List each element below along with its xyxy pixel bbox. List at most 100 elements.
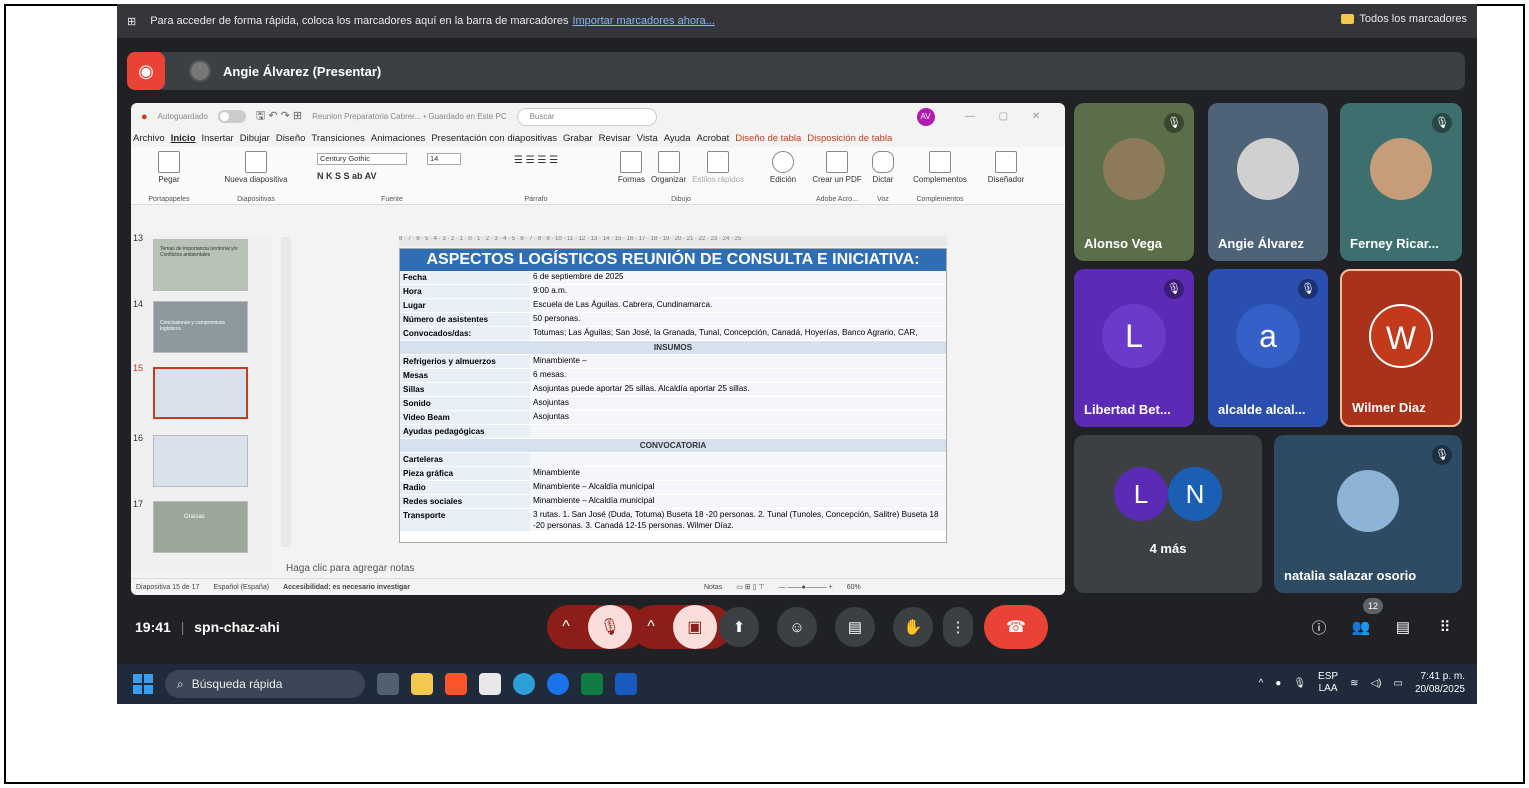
zoom-slider[interactable]: — ——●——— + — [779, 584, 833, 591]
shapes-label[interactable]: Formas — [618, 175, 645, 184]
thumbnail-14[interactable]: Conclusiones y compromisos logísticos — [153, 301, 248, 353]
search-icon[interactable] — [772, 151, 794, 173]
raise-hand-button[interactable]: ✋ — [893, 607, 933, 647]
file-explorer-icon[interactable] — [411, 673, 433, 695]
captions-button[interactable]: ▤ — [835, 607, 875, 647]
arrange-label[interactable]: Organizar — [651, 175, 686, 184]
quick-styles-icon[interactable] — [707, 151, 730, 173]
tab-diseno-tabla[interactable]: Diseño de tabla — [735, 133, 801, 144]
tab-ayuda[interactable]: Ayuda — [664, 133, 691, 144]
window-controls[interactable]: —▢✕ — [965, 111, 1065, 122]
pdf-icon[interactable] — [826, 151, 848, 173]
paste-label[interactable]: Pegar — [139, 175, 199, 184]
participant-tile[interactable]: 🎙 natalia salazar osorio — [1274, 435, 1462, 593]
chevron-up-icon[interactable]: ^ — [647, 618, 655, 636]
participant-tile[interactable]: a 🎙 alcalde alcal... — [1208, 269, 1328, 427]
microphone-icon[interactable]: 🎙 — [1293, 678, 1306, 689]
quick-access-icons[interactable]: 🖫 ↶ ↷ ⊞ — [256, 107, 302, 126]
arrange-icon[interactable] — [657, 151, 680, 173]
autosave-toggle[interactable] — [217, 110, 246, 123]
accessibility-status[interactable]: Accesibilidad: es necesario investigar — [283, 584, 410, 591]
excel-icon[interactable] — [581, 673, 603, 695]
tab-insertar[interactable]: Insertar — [202, 133, 234, 144]
meeting-details-button[interactable]: ⓘ — [1299, 607, 1339, 647]
edge-icon[interactable] — [513, 673, 535, 695]
participant-tile[interactable]: Angie Álvarez — [1208, 103, 1328, 261]
word-icon[interactable] — [615, 673, 637, 695]
import-bookmarks-link[interactable]: Importar marcadores ahora... — [572, 15, 714, 27]
paste-icon[interactable] — [158, 151, 180, 173]
calculator-icon[interactable] — [479, 673, 501, 695]
row-value — [530, 425, 946, 438]
chevron-up-icon[interactable]: ^ — [562, 618, 570, 636]
wifi-icon[interactable]: ≋ — [1350, 678, 1358, 689]
addins-icon[interactable] — [929, 151, 951, 173]
windows-start-icon[interactable] — [133, 674, 153, 694]
camera-off-icon[interactable]: ▣ — [672, 605, 717, 649]
participant-tile[interactable]: L 🎙 Libertad Bet... — [1074, 269, 1194, 427]
battery-icon[interactable]: ▭ — [1393, 678, 1402, 689]
user-avatar[interactable]: AV — [916, 107, 935, 126]
mic-off-icon[interactable]: 🎙 — [587, 605, 632, 649]
tab-presentacion[interactable]: Presentación con diapositivas — [431, 133, 557, 144]
participant-tile[interactable]: 🎙 Alonso Vega — [1074, 103, 1194, 261]
more-participants-tile[interactable]: L N 4 más — [1074, 435, 1262, 593]
designer-icon[interactable] — [995, 151, 1017, 173]
microphone-icon[interactable] — [872, 151, 894, 173]
task-view-icon[interactable] — [377, 673, 399, 695]
slide-canvas[interactable]: ASPECTOS LOGÍSTICOS REUNIÓN DE CONSULTA … — [399, 248, 947, 543]
tab-dibujar[interactable]: Dibujar — [240, 133, 270, 144]
dictate-label[interactable]: Dictar — [867, 175, 899, 184]
tab-animaciones[interactable]: Animaciones — [371, 133, 425, 144]
notes-button[interactable]: Notas — [704, 584, 722, 591]
search-input[interactable]: Buscar — [516, 107, 657, 126]
all-bookmarks[interactable]: Todos los marcadores — [1341, 13, 1467, 25]
edit-label[interactable]: Edición — [763, 175, 803, 184]
chevron-up-icon[interactable]: ^ — [1259, 678, 1264, 689]
reactions-button[interactable]: ☺ — [777, 607, 817, 647]
shapes-icon[interactable] — [620, 151, 643, 173]
thumbnail-16[interactable] — [153, 435, 248, 487]
tab-transiciones[interactable]: Transiciones — [311, 133, 365, 144]
tab-disposicion-tabla[interactable]: Disposición de tabla — [807, 133, 892, 144]
present-screen-button[interactable]: ⬆ — [719, 607, 759, 647]
tab-vista[interactable]: Vista — [637, 133, 658, 144]
camera-control[interactable]: ^ ▣ — [632, 605, 732, 649]
tab-acrobat[interactable]: Acrobat — [697, 133, 730, 144]
more-options-button[interactable]: ⋮ — [943, 607, 973, 647]
font-format-buttons[interactable]: N K S S ab AV — [317, 171, 467, 181]
thumbnail-17[interactable]: Gracias — [153, 501, 248, 553]
tab-grabar[interactable]: Grabar — [563, 133, 593, 144]
tab-revisar[interactable]: Revisar — [599, 133, 631, 144]
taskbar-search[interactable]: ⌕ Búsqueda rápida — [165, 670, 365, 698]
participant-tile-speaking[interactable]: W Wilmer Diaz — [1340, 269, 1462, 427]
language-indicator[interactable]: ESP LAA — [1318, 671, 1338, 695]
new-slide-label[interactable]: Nueva diapositiva — [211, 175, 301, 184]
addins-label[interactable]: Complementos — [905, 175, 975, 184]
quick-styles-label[interactable]: Estilos rápidos — [692, 175, 744, 184]
thumbnail-15[interactable] — [153, 367, 248, 419]
stop-presenting-button[interactable]: ◉ — [127, 52, 165, 90]
brave-browser-icon[interactable] — [445, 673, 467, 695]
paragraph-buttons[interactable]: ☰ ☰ ☰ ☰ — [476, 155, 596, 166]
clock[interactable]: 7:41 p. m. 20/08/2025 — [1415, 670, 1465, 696]
view-buttons[interactable]: ▭ ⊞ ▯ ⊤ — [736, 583, 764, 591]
chat-button[interactable]: ▤ — [1383, 607, 1423, 647]
notes-placeholder[interactable]: Haga clic para agregar notas — [286, 563, 414, 574]
participant-tile[interactable]: 🎙 Ferney Ricar... — [1340, 103, 1462, 261]
create-pdf-label[interactable]: Crear un PDF — [811, 175, 863, 184]
thumbnail-13[interactable]: Temas de importancia territorial y/o Con… — [153, 239, 248, 291]
tab-diseno[interactable]: Diseño — [276, 133, 306, 144]
zoom-level[interactable]: 60% — [847, 584, 861, 591]
tab-archivo[interactable]: Archivo — [133, 133, 165, 144]
apps-icon[interactable]: ⊞ — [127, 15, 136, 28]
new-slide-icon[interactable] — [245, 151, 267, 173]
tray-app-icon[interactable]: ● — [1275, 678, 1281, 689]
activities-button[interactable]: ⠿ — [1425, 607, 1465, 647]
language-status[interactable]: Español (España) — [213, 584, 269, 591]
designer-label[interactable]: Diseñador — [981, 175, 1031, 184]
leave-call-button[interactable]: ☎ — [984, 605, 1048, 649]
volume-icon[interactable]: ◁) — [1370, 678, 1381, 689]
tab-inicio[interactable]: Inicio — [171, 133, 196, 144]
chrome-icon[interactable] — [547, 673, 569, 695]
